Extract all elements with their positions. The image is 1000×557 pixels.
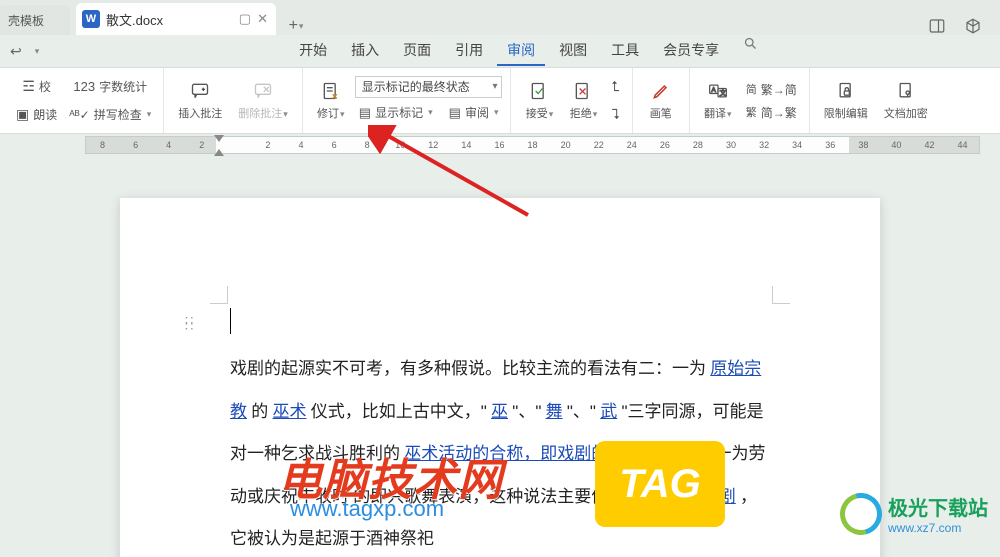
ribbon-group-track: 修订▾ 显示标记的最终状态 ▤显示标记▾ ▤审阅▾: [303, 68, 512, 133]
insert-comment-button[interactable]: 插入批注: [172, 78, 228, 123]
reject-button[interactable]: 拒绝▾: [563, 78, 603, 123]
tab-template[interactable]: 壳模板: [0, 5, 70, 35]
tab-add-button[interactable]: +▾: [276, 17, 316, 35]
menu-tools[interactable]: 工具: [601, 36, 649, 66]
trad-to-simp-button[interactable]: 简繁→简: [742, 79, 801, 100]
watermark-site2: 极光下载站 www.xz7.com: [840, 492, 988, 535]
review-pane-button[interactable]: ▤审阅▾: [445, 100, 503, 126]
simp-to-trad-button[interactable]: 繁简→繁: [742, 102, 801, 123]
text-cursor: [230, 308, 231, 334]
cube-icon[interactable]: [964, 17, 982, 35]
svg-text:文: 文: [719, 88, 726, 97]
drag-handle-icon[interactable]: ∷∷: [185, 318, 191, 330]
track-changes-button[interactable]: 修订▾: [311, 78, 351, 123]
file-name: 散文.docx: [106, 10, 233, 29]
ribbon-toolbar: ☲校 ▣朗读 123字数统计 ᴬᴮ✓拼写检查▾ 插入批注 删除批注▾ 修订▾ 显…: [0, 67, 1000, 134]
ribbon-group-language: A文 翻译▾ 简繁→简 繁简→繁: [690, 68, 810, 133]
history-back-icon[interactable]: ↩: [6, 43, 26, 60]
menu-reference[interactable]: 引用: [445, 36, 493, 66]
menu-dropdown-icon[interactable]: ▾: [35, 46, 40, 57]
markup-view-dropdown[interactable]: 显示标记的最终状态: [355, 76, 503, 98]
menu-review[interactable]: 审阅: [497, 36, 545, 66]
translate-button[interactable]: A文 翻译▾: [698, 78, 738, 123]
panel-icon[interactable]: [928, 17, 946, 35]
margin-corner-icon: [772, 286, 790, 304]
tab-close-icon[interactable]: ✕: [257, 11, 268, 27]
menu-start[interactable]: 开始: [289, 36, 337, 66]
menu-bar: ↩ ▾ 开始 插入 页面 引用 审阅 视图 工具 会员专享: [0, 35, 1000, 67]
ribbon-group-comments: 插入批注 删除批注▾: [164, 68, 303, 133]
show-markup-button[interactable]: ▤显示标记▾: [355, 100, 437, 126]
margin-corner-icon: [210, 286, 228, 304]
accept-button[interactable]: 接受▾: [519, 78, 559, 123]
swirl-logo-icon: [832, 485, 889, 542]
ribbon-group-ink: 画笔: [633, 68, 690, 133]
link-wu1[interactable]: 巫: [491, 402, 508, 421]
spell-check-button[interactable]: ᴬᴮ✓拼写检查▾: [65, 102, 155, 128]
delete-comment-button: 删除批注▾: [232, 78, 294, 123]
ribbon-group-protect: 限制编辑 文档加密: [810, 68, 942, 133]
link-wushu[interactable]: 巫术: [273, 402, 307, 421]
menu-insert[interactable]: 插入: [341, 36, 389, 66]
word-count-button[interactable]: 123字数统计: [65, 74, 155, 100]
next-change-button[interactable]: ⮧: [607, 102, 623, 128]
page[interactable]: ∷∷ 戏剧的起源实不可考，有多种假说。比较主流的看法有二：一为 原始宗教 的 巫…: [120, 198, 880, 557]
ribbon-group-proof: ☲校 ▣朗读 123字数统计 ᴬᴮ✓拼写检查▾: [4, 68, 164, 133]
ribbon-group-changes: 接受▾ 拒绝▾ ⮤ ⮧: [511, 68, 632, 133]
title-tab-strip: 壳模板 W 散文.docx ▢ ✕ +▾: [0, 0, 1000, 35]
svg-text:A: A: [711, 87, 716, 94]
pen-button[interactable]: 画笔: [641, 78, 681, 123]
link-wu3[interactable]: 武: [600, 402, 617, 421]
search-icon[interactable]: [743, 36, 758, 66]
horizontal-ruler[interactable]: 8642246810121416182022242628303234363840…: [0, 134, 1000, 156]
watermark-tag-badge: TAG: [595, 441, 725, 527]
encrypt-doc-button[interactable]: 文档加密: [878, 78, 934, 123]
proofread-button[interactable]: ☲校: [12, 74, 61, 100]
menu-page[interactable]: 页面: [393, 36, 441, 66]
link-wu2[interactable]: 舞: [546, 402, 563, 421]
prev-change-button[interactable]: ⮤: [607, 74, 623, 100]
menu-member[interactable]: 会员专享: [653, 36, 729, 66]
tab-window-icon[interactable]: ▢: [239, 11, 251, 27]
read-aloud-button[interactable]: ▣朗读: [12, 102, 61, 128]
tab-document[interactable]: W 散文.docx ▢ ✕: [76, 3, 276, 35]
watermark-url: www.tagxp.com: [290, 496, 444, 522]
menu-view[interactable]: 视图: [549, 36, 597, 66]
restrict-edit-button[interactable]: 限制编辑: [818, 78, 874, 123]
word-badge-icon: W: [82, 10, 100, 28]
